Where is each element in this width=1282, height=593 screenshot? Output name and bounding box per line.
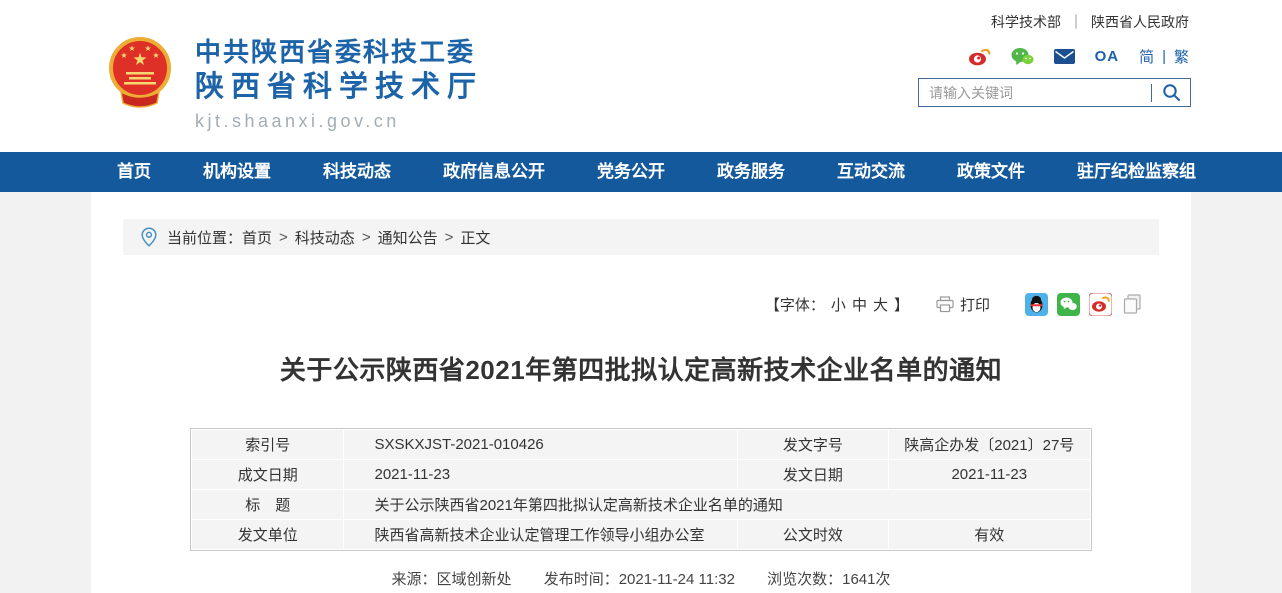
- lang-simplified[interactable]: 简: [1139, 46, 1154, 67]
- doc-number-value: 陕高企办发〔2021〕27号: [889, 430, 1090, 459]
- table-row: 索引号 SXSKXJST-2021-010426 发文字号 陕高企办发〔2021…: [192, 430, 1090, 459]
- print-label: 打印: [960, 294, 990, 315]
- table-row: 发文单位 陕西省高新技术企业认定管理工作领导小组办公室 公文时效 有效: [192, 520, 1090, 549]
- svg-text:★: ★: [120, 51, 127, 60]
- nav-item-policy-docs[interactable]: 政策文件: [931, 152, 1051, 192]
- site-logo: ★ ★ ★ ★ ★ 中共陕西省委科技工委 陕西省科学技术厅 kjt.shaanx…: [107, 34, 483, 134]
- source-segment: 来源：区域创新处: [392, 571, 512, 588]
- issue-date-value: 2021-11-23: [889, 460, 1090, 489]
- search-icon: [1162, 83, 1181, 102]
- table-row: 成文日期 2021-11-23 发文日期 2021-11-23: [192, 460, 1090, 489]
- wechat-share-icon[interactable]: [1057, 293, 1080, 316]
- lang-divider: |: [1162, 48, 1166, 65]
- publish-time-segment: 发布时间：2021-11-24 11:32: [544, 571, 735, 588]
- font-size-small[interactable]: 小: [831, 297, 846, 314]
- nav-item-home[interactable]: 首页: [91, 152, 177, 192]
- article-title: 关于公示陕西省2021年第四批拟认定高新技术企业名单的通知: [91, 350, 1191, 387]
- lang-traditional[interactable]: 繁: [1174, 46, 1189, 67]
- font-size-control: 【字体： 小中大】: [762, 294, 912, 315]
- org-name-line2: 陕西省科学技术厅: [195, 68, 483, 106]
- issue-date-label: 发文日期: [738, 460, 887, 489]
- nav-item-interaction[interactable]: 互动交流: [811, 152, 931, 192]
- national-emblem-icon: ★ ★ ★ ★ ★: [107, 34, 173, 112]
- top-links: 科学技术部 ｜ 陕西省人民政府: [991, 12, 1189, 32]
- mail-icon[interactable]: [1054, 49, 1075, 64]
- source-value: 区域创新处: [437, 571, 512, 588]
- share-icons: [1016, 293, 1144, 316]
- views-value: 1641次: [842, 571, 890, 588]
- top-links-divider: ｜: [1069, 14, 1083, 30]
- search-button[interactable]: [1152, 79, 1190, 106]
- publish-time-value: 2021-11-24 11:32: [619, 571, 735, 588]
- breadcrumb-separator: >: [279, 229, 288, 246]
- doc-title-value: 关于公示陕西省2021年第四批拟认定高新技术企业名单的通知: [344, 490, 1090, 519]
- svg-text:★: ★: [144, 44, 151, 53]
- breadcrumb: 当前位置： 首页 > 科技动态 > 通知公告 > 正文: [123, 219, 1159, 255]
- breadcrumb-notices[interactable]: 通知公告: [378, 227, 438, 248]
- breadcrumb-prefix: 当前位置：: [167, 227, 242, 248]
- weibo-icon[interactable]: [968, 47, 991, 66]
- issuer-label: 发文单位: [192, 520, 343, 549]
- index-number-value: SXSKXJST-2021-010426: [344, 430, 737, 459]
- font-size-medium[interactable]: 中: [852, 297, 867, 314]
- index-number-label: 索引号: [192, 430, 343, 459]
- font-size-suffix: 】: [894, 297, 909, 314]
- qq-share-icon[interactable]: [1025, 293, 1048, 316]
- link-most[interactable]: 科学技术部: [991, 14, 1061, 30]
- font-size-large[interactable]: 大: [873, 297, 888, 314]
- page-body: 当前位置： 首页 > 科技动态 > 通知公告 > 正文 【字体： 小中大】 打印: [0, 192, 1282, 593]
- search-input[interactable]: [919, 79, 1151, 106]
- nav-item-sci-news[interactable]: 科技动态: [297, 152, 417, 192]
- site-header: ★ ★ ★ ★ ★ 中共陕西省委科技工委 陕西省科学技术厅 kjt.shaanx…: [0, 0, 1282, 152]
- main-nav: 首页 机构设置 科技动态 政府信息公开 党务公开 政务服务 互动交流 政策文件 …: [0, 152, 1282, 192]
- breadcrumb-sci-news[interactable]: 科技动态: [295, 227, 355, 248]
- site-domain: kjt.shaanxi.gov.cn: [195, 108, 483, 134]
- table-row: 标 题 关于公示陕西省2021年第四批拟认定高新技术企业名单的通知: [192, 490, 1090, 519]
- nav-item-gov-info[interactable]: 政府信息公开: [417, 152, 571, 192]
- org-name-line1: 中共陕西省委科技工委: [195, 36, 483, 68]
- site-search: [918, 78, 1191, 107]
- document-meta-table: 索引号 SXSKXJST-2021-010426 发文字号 陕高企办发〔2021…: [190, 428, 1092, 551]
- svg-text:★: ★: [128, 44, 135, 53]
- validity-value: 有效: [889, 520, 1090, 549]
- breadcrumb-current: 正文: [460, 227, 490, 248]
- issuer-value: 陕西省高新技术企业认定管理工作领导小组办公室: [344, 520, 737, 549]
- breadcrumb-separator: >: [445, 229, 454, 246]
- oa-link[interactable]: OA: [1095, 48, 1120, 65]
- header-icon-row: OA 简 | 繁: [948, 46, 1189, 67]
- link-shaanxi-gov[interactable]: 陕西省人民政府: [1091, 14, 1189, 30]
- article-toolbar: 【字体： 小中大】 打印: [91, 291, 1144, 317]
- nav-item-party-affairs[interactable]: 党务公开: [571, 152, 691, 192]
- breadcrumb-separator: >: [362, 229, 371, 246]
- print-button[interactable]: 打印: [936, 294, 990, 315]
- source-label: 来源：: [392, 571, 437, 588]
- printer-icon: [936, 296, 954, 313]
- weibo-share-icon[interactable]: [1089, 293, 1112, 316]
- language-switch: 简 | 繁: [1139, 46, 1189, 67]
- views-label: 浏览次数：: [767, 571, 842, 588]
- nav-item-discipline-inspection[interactable]: 驻厅纪检监察组: [1051, 152, 1222, 192]
- validity-label: 公文时效: [738, 520, 887, 549]
- article-source-line: 来源：区域创新处 发布时间：2021-11-24 11:32 浏览次数：1641…: [91, 568, 1191, 589]
- nav-item-orgs[interactable]: 机构设置: [177, 152, 297, 192]
- written-date-label: 成文日期: [192, 460, 343, 489]
- publish-time-label: 发布时间：: [544, 571, 619, 588]
- location-pin-icon: [141, 227, 157, 247]
- copy-share-icon[interactable]: [1121, 293, 1144, 316]
- wechat-icon[interactable]: [1011, 47, 1034, 66]
- doc-number-label: 发文字号: [738, 430, 887, 459]
- font-size-prefix: 【字体：: [765, 297, 825, 314]
- nav-item-gov-services[interactable]: 政务服务: [691, 152, 811, 192]
- svg-text:★: ★: [152, 51, 159, 60]
- doc-title-label: 标 题: [192, 490, 343, 519]
- views-segment: 浏览次数：1641次: [767, 571, 890, 588]
- breadcrumb-home[interactable]: 首页: [242, 227, 272, 248]
- written-date-value: 2021-11-23: [344, 460, 737, 489]
- content-card: 当前位置： 首页 > 科技动态 > 通知公告 > 正文 【字体： 小中大】 打印: [91, 192, 1191, 593]
